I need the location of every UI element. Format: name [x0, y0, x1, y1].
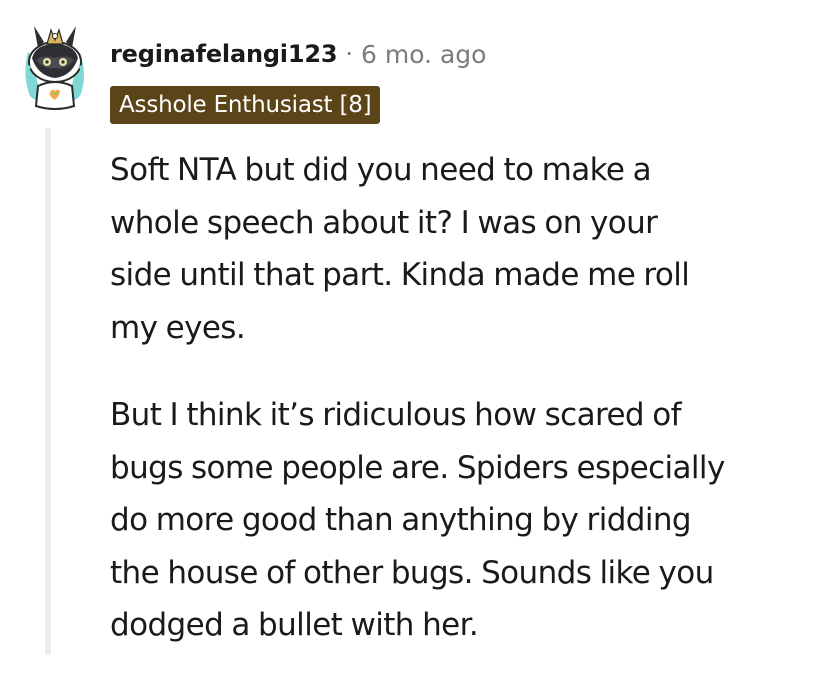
comment-line: whole speech about it? I was on your — [110, 204, 658, 241]
comment-line: Soft NTA but did you need to make a — [110, 152, 652, 188]
comment-line: do more good than anything by ridding — [110, 502, 692, 538]
comment-paragraph: Soft NTA but did you need to make a whol… — [110, 144, 810, 354]
comment: reginafelangi123 · 6 mo. ago Asshole Ent… — [0, 0, 830, 655]
comment-line: side until that part. Kinda made me roll — [110, 257, 690, 293]
comment-body: Soft NTA but did you need to make a whol… — [110, 144, 810, 687]
comment-line: my eyes. — [110, 309, 246, 346]
meta-separator: · — [345, 40, 353, 68]
avatar[interactable] — [14, 18, 96, 110]
comment-paragraph: But I think it’s ridiculous how scared o… — [110, 389, 810, 652]
comment-timestamp[interactable]: 6 mo. ago — [361, 40, 486, 69]
comment-line: the house of other bugs. Sounds like you — [110, 554, 714, 591]
comment-line: But I think it’s ridiculous how scared o… — [110, 397, 682, 433]
comment-line: bugs some people are. Spiders especially — [110, 449, 725, 486]
comment-meta: reginafelangi123 · 6 mo. ago — [110, 34, 486, 74]
snoo-avatar-icon — [25, 26, 84, 110]
username-link[interactable]: reginafelangi123 — [110, 40, 338, 68]
user-flair-badge: Asshole Enthusiast [8] — [110, 86, 381, 124]
comment-line: dodged a bullet with her. — [110, 607, 479, 643]
thread-collapse-line[interactable] — [45, 128, 51, 655]
